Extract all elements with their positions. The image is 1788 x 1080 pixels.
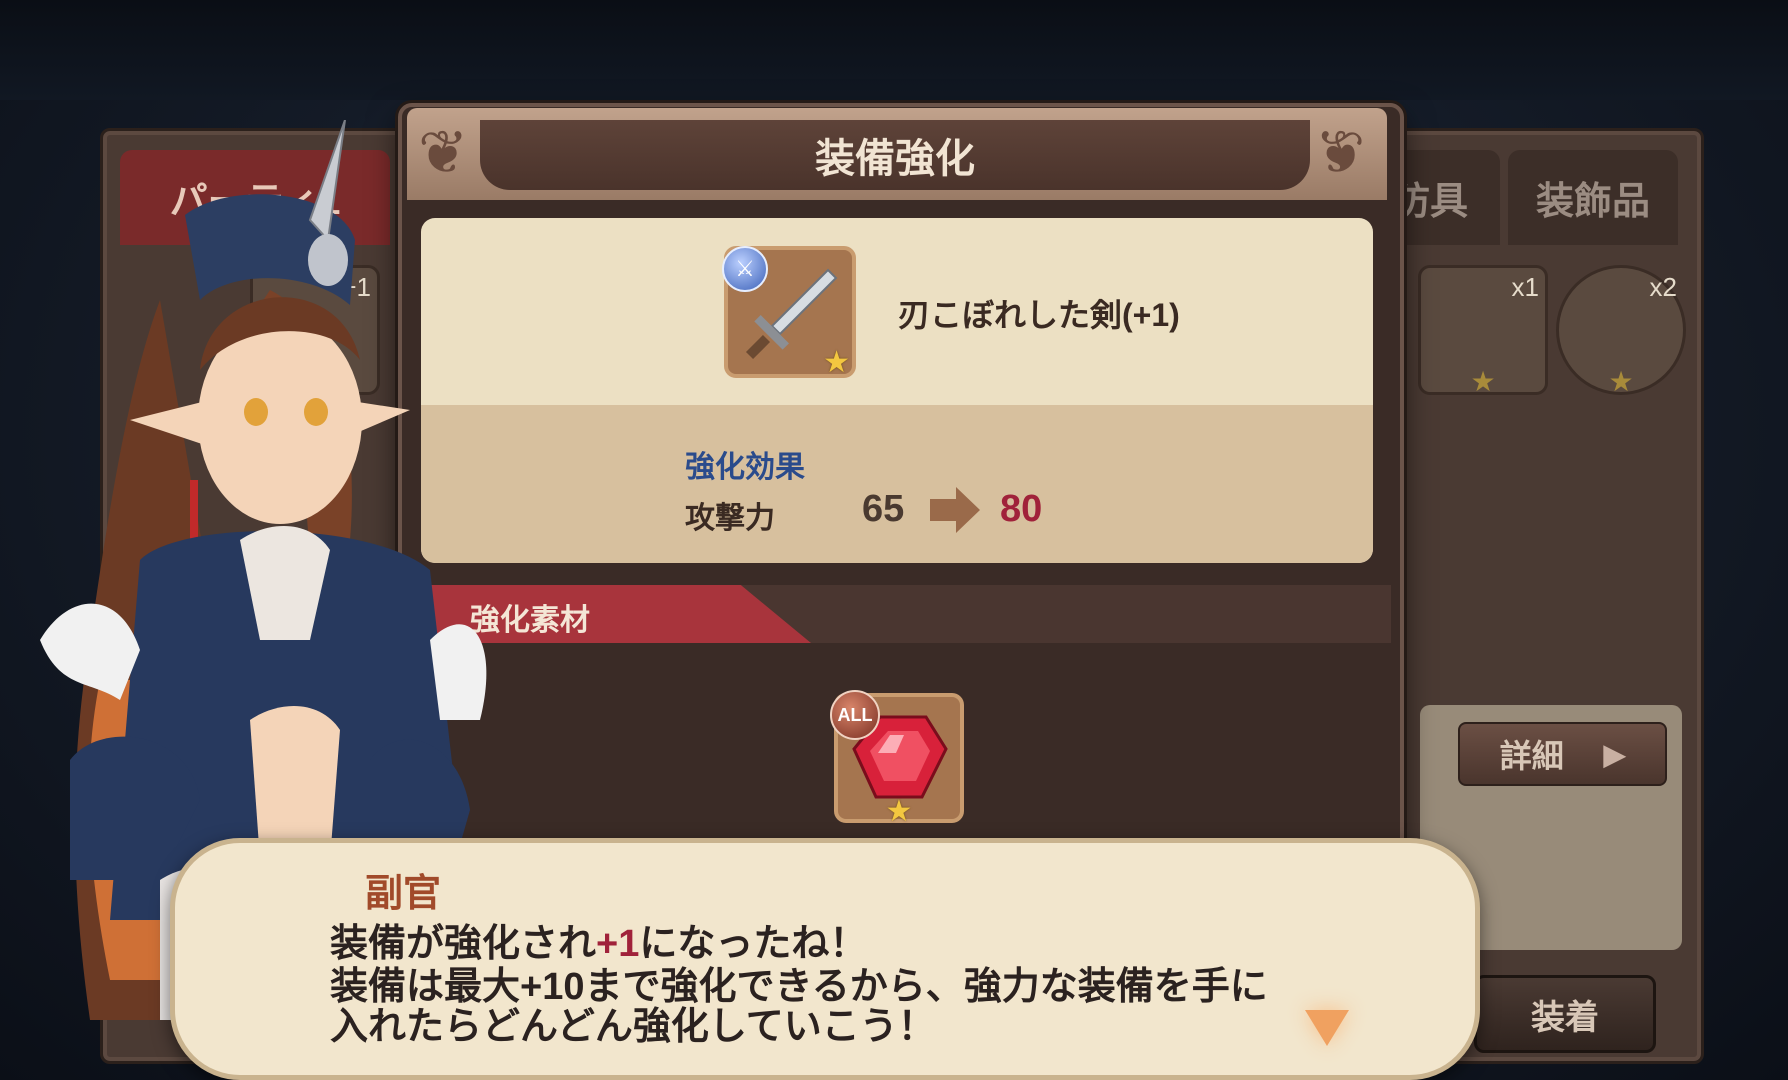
next-arrow-icon[interactable] (1305, 1010, 1349, 1046)
effect-section (421, 405, 1373, 563)
slot-count: x1 (1511, 272, 1539, 302)
dialogue-line-3: 入れたらどんどん強化していこう！ (330, 1006, 936, 1048)
detail-label: 詳細 (1499, 738, 1564, 774)
flourish-right-icon: ❦ (1315, 118, 1366, 188)
arrow-right-icon (930, 487, 980, 533)
weapon-type-icon: ⚔ (722, 246, 768, 292)
inventory-slot[interactable]: x2 ★ (1556, 265, 1686, 398)
slot-count: x2 (1649, 272, 1677, 302)
effect-label: 強化効果 (685, 451, 805, 484)
star-icon: ★ (1470, 365, 1496, 398)
top-bar (0, 0, 1788, 100)
stat-name: 攻撃力 (685, 502, 775, 535)
tab-accessory[interactable]: 装飾品 (1508, 150, 1678, 245)
item-name: 刃こぼれした剣(+1) (898, 297, 1180, 333)
all-badge: ALL (830, 690, 880, 740)
star-icon: ★ (885, 794, 913, 829)
play-arrow-icon: ▶ (1603, 738, 1626, 770)
detail-button[interactable]: 詳細 ▶ (1458, 722, 1667, 786)
stat-new-value: 80 (1000, 488, 1043, 530)
equip-button[interactable]: 装着 (1474, 975, 1656, 1053)
inventory-slot[interactable]: x1 ★ (1418, 265, 1548, 398)
stat-old-value: 65 (862, 488, 905, 530)
speaker-name: 副官 (365, 873, 442, 915)
star-icon: ★ (1608, 365, 1634, 398)
dialog-title: 装備強化 (815, 137, 975, 181)
star-icon: ★ (823, 345, 850, 380)
